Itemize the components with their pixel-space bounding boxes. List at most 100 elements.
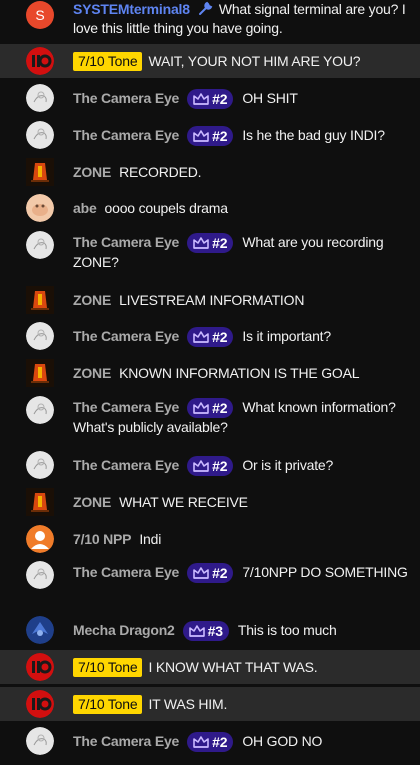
message-text: Is it important? bbox=[242, 328, 331, 344]
crown-icon bbox=[193, 566, 209, 579]
chat-message[interactable]: The Camera Eye #2 7/10NPP DO SOMETHING bbox=[0, 558, 420, 610]
avatar-sketch-icon bbox=[26, 396, 54, 424]
message-text: 7/10NPP DO SOMETHING bbox=[242, 564, 408, 580]
message-body: 7/10 Tone IT WAS HIM. bbox=[73, 695, 414, 714]
author-name[interactable]: The Camera Eye bbox=[73, 234, 179, 250]
avatar-red-logo-icon bbox=[26, 690, 54, 718]
message-text: WHAT WE RECEIVE bbox=[119, 494, 248, 510]
author-name[interactable]: The Camera Eye bbox=[73, 127, 179, 143]
avatar-zone-icon bbox=[26, 488, 54, 516]
message-text: RECORDED. bbox=[119, 164, 202, 180]
message-body: Mecha Dragon2 #3 This is too much bbox=[73, 621, 414, 642]
message-body: The Camera Eye #2 Or is it private? bbox=[73, 456, 414, 477]
crown-icon bbox=[193, 236, 209, 249]
avatar-initial: S bbox=[35, 6, 45, 23]
chat-message[interactable]: The Camera Eye #2 OH SHIT bbox=[0, 81, 420, 115]
member-rank-label: #2 bbox=[212, 734, 228, 751]
author-name[interactable]: The Camera Eye bbox=[73, 564, 179, 580]
message-body: SYSTEMterminal8 What signal terminal are … bbox=[73, 0, 414, 38]
message-body: ZONE WHAT WE RECEIVE bbox=[73, 493, 414, 512]
message-body: 7/10 Tone WAIT, YOUR NOT HIM ARE YOU? bbox=[73, 52, 414, 71]
member-rank-label: #2 bbox=[212, 128, 228, 145]
author-name[interactable]: The Camera Eye bbox=[73, 90, 179, 106]
message-text: WAIT, YOUR NOT HIM ARE YOU? bbox=[148, 53, 361, 69]
avatar-default-person-icon bbox=[26, 525, 54, 553]
chat-message[interactable]: The Camera Eye #2 What known information? … bbox=[0, 393, 420, 445]
chat-message[interactable]: ZONE LIVESTREAM INFORMATION bbox=[0, 283, 420, 317]
crown-icon bbox=[193, 330, 209, 343]
message-body: The Camera Eye #2 OH GOD NO bbox=[73, 732, 414, 753]
message-text: KNOWN INFORMATION IS THE GOAL bbox=[119, 365, 360, 381]
message-text: Is he the bad guy INDI? bbox=[242, 127, 385, 143]
chat-message[interactable]: The Camera Eye #2 Is he the bad guy INDI? bbox=[0, 118, 420, 152]
chat-message[interactable]: abe oooo coupels drama bbox=[0, 191, 420, 225]
message-body: ZONE KNOWN INFORMATION IS THE GOAL bbox=[73, 364, 414, 383]
member-rank-badge: #2 bbox=[187, 456, 234, 477]
message-text: oooo coupels drama bbox=[104, 200, 228, 216]
chat-message[interactable]: 7/10 Tone IT WAS HIM. bbox=[0, 687, 420, 721]
member-rank-badge: #2 bbox=[187, 126, 234, 147]
message-body: 7/10 NPP Indi bbox=[73, 530, 414, 549]
chat-message[interactable]: The Camera Eye #2 Is it important? bbox=[0, 319, 420, 353]
author-owner-badge[interactable]: 7/10 Tone bbox=[73, 52, 143, 71]
wrench-icon bbox=[198, 1, 213, 15]
chat-message[interactable]: S SYSTEMterminal8 What signal terminal are… bbox=[0, 0, 420, 40]
avatar-sketch-icon bbox=[26, 121, 54, 149]
author-name[interactable]: ZONE bbox=[73, 292, 111, 308]
avatar-sketch-icon bbox=[26, 322, 54, 350]
crown-icon bbox=[193, 92, 209, 105]
message-body: abe oooo coupels drama bbox=[73, 199, 414, 218]
live-chat-feed: S SYSTEMterminal8 What signal terminal are… bbox=[0, 0, 420, 765]
crown-icon bbox=[193, 401, 209, 414]
chat-message[interactable]: ZONE RECORDED. bbox=[0, 155, 420, 189]
member-rank-badge: #2 bbox=[187, 563, 234, 584]
author-name[interactable]: abe bbox=[73, 200, 97, 216]
avatar-sketch-icon bbox=[26, 561, 54, 589]
chat-message[interactable]: The Camera Eye #2 Or is it private? bbox=[0, 448, 420, 482]
chat-message[interactable]: The Camera Eye #2 OH GOD NO bbox=[0, 724, 420, 758]
author-name[interactable]: ZONE bbox=[73, 494, 111, 510]
author-name[interactable]: The Camera Eye bbox=[73, 733, 179, 749]
author-name[interactable]: ZONE bbox=[73, 164, 111, 180]
author-name[interactable]: The Camera Eye bbox=[73, 457, 179, 473]
message-text: Indi bbox=[139, 531, 162, 547]
member-rank-label: #2 bbox=[212, 400, 228, 417]
crown-icon bbox=[188, 624, 205, 637]
message-text: LIVESTREAM INFORMATION bbox=[119, 292, 305, 308]
message-body: The Camera Eye #2 What known information? … bbox=[73, 398, 414, 437]
author-name[interactable]: The Camera Eye bbox=[73, 399, 179, 415]
message-body: The Camera Eye #2 7/10NPP DO SOMETHING bbox=[73, 563, 414, 584]
avatar-abe-icon bbox=[26, 194, 54, 222]
avatar-zone-icon bbox=[26, 286, 54, 314]
avatar-sketch-icon bbox=[26, 231, 54, 259]
chat-message[interactable]: ZONE WHAT WE RECEIVE bbox=[0, 485, 420, 519]
chat-message[interactable]: 7/10 Tone I KNOW WHAT THAT WAS. bbox=[0, 650, 420, 684]
author-owner-badge[interactable]: 7/10 Tone bbox=[73, 695, 143, 714]
chat-message[interactable]: 7/10 NPP Indi bbox=[0, 522, 420, 556]
author-name[interactable]: Mecha Dragon2 bbox=[73, 622, 175, 638]
crown-icon bbox=[193, 129, 209, 142]
message-text: I KNOW WHAT THAT WAS. bbox=[148, 659, 318, 675]
chat-message[interactable]: Mecha Dragon2 #3 This is too much bbox=[0, 613, 420, 647]
message-body: The Camera Eye #2 Is it important? bbox=[73, 327, 414, 348]
chat-message[interactable]: 7/10 Tone WAIT, YOUR NOT HIM ARE YOU? bbox=[0, 44, 420, 78]
avatar-sketch-icon bbox=[26, 84, 54, 112]
message-body: The Camera Eye #2 Is he the bad guy INDI? bbox=[73, 126, 414, 147]
avatar-letter: S bbox=[26, 1, 54, 29]
author-name[interactable]: SYSTEMterminal8 bbox=[73, 1, 190, 17]
chat-message[interactable]: The Camera Eye #2 What are you recording Z… bbox=[0, 228, 420, 280]
message-text: OH SHIT bbox=[242, 90, 298, 106]
author-name[interactable]: The Camera Eye bbox=[73, 328, 179, 344]
author-name[interactable]: ZONE bbox=[73, 365, 111, 381]
crown-icon bbox=[193, 735, 209, 748]
chat-message[interactable]: ZONE KNOWN INFORMATION IS THE GOAL bbox=[0, 356, 420, 390]
member-rank-badge: #3 bbox=[182, 621, 229, 642]
member-rank-label: #2 bbox=[212, 235, 228, 252]
message-body: ZONE RECORDED. bbox=[73, 163, 414, 182]
author-owner-badge[interactable]: 7/10 Tone bbox=[73, 658, 143, 677]
member-rank-label: #2 bbox=[212, 91, 228, 108]
avatar-red-logo-icon bbox=[26, 653, 54, 681]
message-body: ZONE LIVESTREAM INFORMATION bbox=[73, 291, 414, 310]
message-body: The Camera Eye #2 OH SHIT bbox=[73, 89, 414, 110]
author-name[interactable]: 7/10 NPP bbox=[73, 531, 132, 547]
